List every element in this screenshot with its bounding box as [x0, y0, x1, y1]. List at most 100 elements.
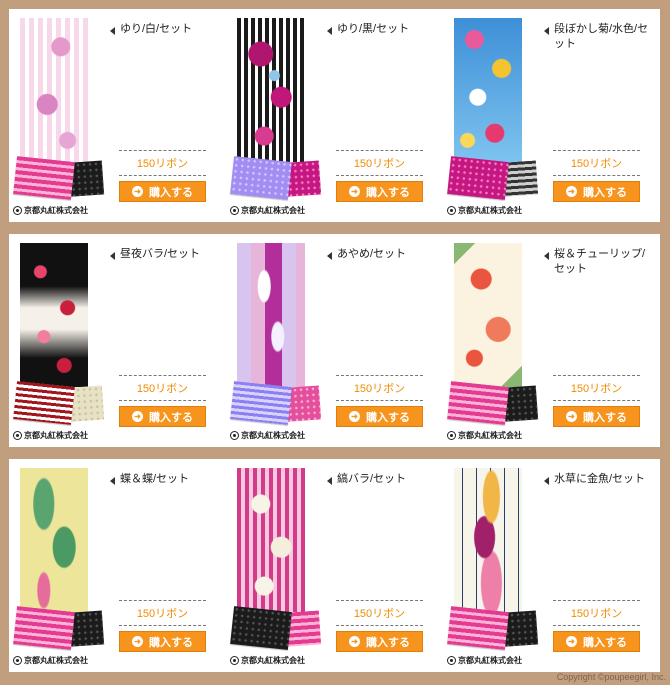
product-price: 150リボン: [570, 383, 623, 395]
product-card: 京都丸紅株式会社 桜＆チューリップ/セット 150リボン ➜ 購入する: [443, 234, 660, 447]
maker-credit: 京都丸紅株式会社: [230, 429, 322, 442]
yukata-pattern: [454, 18, 522, 162]
left-triangle-icon: [327, 252, 332, 260]
obi-swatch: [447, 606, 509, 650]
product-title: 桜＆チューリップ/セット: [554, 248, 646, 275]
divider: [119, 600, 206, 601]
left-triangle-icon: [544, 27, 549, 35]
divider: [553, 400, 640, 401]
left-triangle-icon: [110, 27, 115, 35]
divider: [336, 375, 423, 376]
product-row: 京都丸紅株式会社 ゆり/白/セット 150リボン ➜ 購入する 京都丸紅株式会社 ゆり/黒/…: [9, 9, 660, 222]
left-triangle-icon: [327, 477, 332, 485]
left-triangle-icon: [110, 252, 115, 260]
yukata-pattern: [20, 468, 88, 612]
product-price: 150リボン: [570, 608, 623, 620]
buy-button-label: 購入する: [149, 186, 193, 199]
buy-button-label: 購入する: [366, 186, 410, 199]
product-card: 京都丸紅株式会社 昼夜バラ/セット 150リボン ➜ 購入する: [9, 234, 226, 447]
product-image[interactable]: 京都丸紅株式会社: [13, 14, 105, 215]
product-image[interactable]: 京都丸紅株式会社: [13, 239, 105, 440]
maker-logo-icon: [230, 431, 239, 440]
buy-button-label: 購入する: [149, 636, 193, 649]
buy-button-label: 購入する: [149, 411, 193, 424]
buy-button[interactable]: ➜ 購入する: [336, 406, 423, 427]
maker-logo-icon: [13, 656, 22, 665]
product-card: 京都丸紅株式会社 ゆり/黒/セット 150リボン ➜ 購入する: [226, 9, 443, 222]
arrow-circle-icon: ➜: [566, 411, 577, 422]
yukata-pattern: [20, 243, 88, 387]
divider: [336, 400, 423, 401]
maker-credit: 京都丸紅株式会社: [13, 429, 105, 442]
product-image[interactable]: 京都丸紅株式会社: [230, 239, 322, 440]
maker-credit: 京都丸紅株式会社: [13, 204, 105, 217]
buy-button-label: 購入する: [583, 186, 627, 199]
divider: [336, 625, 423, 626]
product-card: 京都丸紅株式会社 ゆり/白/セット 150リボン ➜ 購入する: [9, 9, 226, 222]
maker-logo-icon: [13, 431, 22, 440]
divider: [119, 625, 206, 626]
divider: [553, 375, 640, 376]
arrow-circle-icon: ➜: [566, 636, 577, 647]
divider: [119, 175, 206, 176]
product-title: 蝶＆蝶/セット: [120, 473, 190, 485]
arrow-circle-icon: ➜: [132, 636, 143, 647]
obi-swatch: [230, 606, 292, 650]
divider: [553, 175, 640, 176]
maker-credit: 京都丸紅株式会社: [447, 429, 539, 442]
buy-button[interactable]: ➜ 購入する: [553, 181, 640, 202]
maker-credit: 京都丸紅株式会社: [13, 654, 105, 667]
product-price: 150リボン: [353, 158, 406, 170]
maker-logo-icon: [447, 206, 456, 215]
product-image[interactable]: 京都丸紅株式会社: [230, 14, 322, 215]
buy-button[interactable]: ➜ 購入する: [553, 631, 640, 652]
buy-button[interactable]: ➜ 購入する: [119, 631, 206, 652]
buy-button-label: 購入する: [366, 636, 410, 649]
divider: [119, 150, 206, 151]
yukata-pattern: [237, 468, 305, 612]
buy-button[interactable]: ➜ 購入する: [336, 181, 423, 202]
left-triangle-icon: [110, 477, 115, 485]
maker-name: 京都丸紅株式会社: [458, 430, 522, 440]
product-card: 京都丸紅株式会社 あやめ/セット 150リボン ➜ 購入する: [226, 234, 443, 447]
buy-button[interactable]: ➜ 購入する: [119, 406, 206, 427]
maker-name: 京都丸紅株式会社: [24, 430, 88, 440]
maker-name: 京都丸紅株式会社: [241, 655, 305, 665]
divider: [336, 600, 423, 601]
maker-name: 京都丸紅株式会社: [24, 205, 88, 215]
product-image[interactable]: 京都丸紅株式会社: [447, 14, 539, 215]
product-card: 京都丸紅株式会社 段ぼかし菊/水色/セット 150リボン ➜ 購入する: [443, 9, 660, 222]
buy-button[interactable]: ➜ 購入する: [119, 181, 206, 202]
maker-name: 京都丸紅株式会社: [24, 655, 88, 665]
product-title: 段ぼかし菊/水色/セット: [554, 23, 649, 50]
maker-logo-icon: [230, 206, 239, 215]
product-price: 150リボン: [353, 608, 406, 620]
arrow-circle-icon: ➜: [349, 636, 360, 647]
yukata-pattern: [20, 18, 88, 162]
buy-button-label: 購入する: [583, 411, 627, 424]
product-image[interactable]: 京都丸紅株式会社: [447, 239, 539, 440]
arrow-circle-icon: ➜: [132, 411, 143, 422]
yukata-pattern: [237, 243, 305, 387]
maker-logo-icon: [447, 431, 456, 440]
arrow-circle-icon: ➜: [349, 411, 360, 422]
product-image[interactable]: 京都丸紅株式会社: [230, 464, 322, 665]
buy-button[interactable]: ➜ 購入する: [553, 406, 640, 427]
product-title: 水草に金魚/セット: [554, 473, 646, 485]
product-price: 150リボン: [136, 608, 189, 620]
product-image[interactable]: 京都丸紅株式会社: [447, 464, 539, 665]
left-triangle-icon: [327, 27, 332, 35]
product-image[interactable]: 京都丸紅株式会社: [13, 464, 105, 665]
maker-logo-icon: [447, 656, 456, 665]
maker-logo-icon: [13, 206, 22, 215]
divider: [553, 600, 640, 601]
product-title: ゆり/白/セット: [120, 23, 193, 35]
maker-credit: 京都丸紅株式会社: [230, 204, 322, 217]
product-price: 150リボン: [570, 158, 623, 170]
product-row: 京都丸紅株式会社 昼夜バラ/セット 150リボン ➜ 購入する 京都丸紅株式会社 あやめ/セ…: [9, 234, 660, 447]
maker-name: 京都丸紅株式会社: [458, 655, 522, 665]
obi-swatch: [13, 606, 75, 650]
divider: [336, 150, 423, 151]
arrow-circle-icon: ➜: [349, 186, 360, 197]
buy-button[interactable]: ➜ 購入する: [336, 631, 423, 652]
